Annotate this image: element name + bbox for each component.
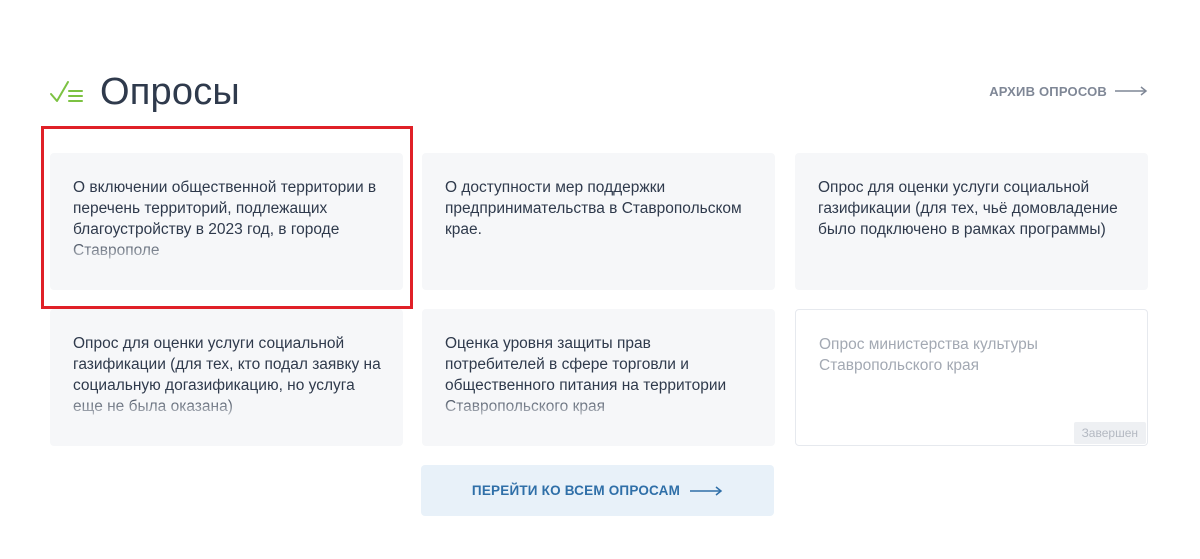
status-badge: Завершен: [1073, 422, 1146, 444]
poll-card[interactable]: Опрос для оценки услуги социальной газиф…: [795, 153, 1148, 290]
checklist-icon: [50, 81, 83, 102]
poll-card-title: О включении общественной территории в пе…: [73, 179, 377, 259]
poll-card-title: О доступности мер поддержки предпринимат…: [445, 179, 742, 238]
poll-card[interactable]: О включении общественной территории в пе…: [50, 153, 403, 290]
arrow-right-icon: [690, 485, 723, 496]
poll-card[interactable]: Опрос для оценки услуги социальной газиф…: [50, 309, 403, 446]
archive-link[interactable]: АРХИВ ОПРОСОВ: [989, 81, 1148, 101]
poll-card-title: Оценка уровня защиты прав потребителей в…: [445, 335, 727, 415]
poll-card[interactable]: О доступности мер поддержки предпринимат…: [422, 153, 775, 290]
all-polls-button-label: ПЕРЕЙТИ КО ВСЕМ ОПРОСАМ: [471, 483, 681, 498]
poll-card-finished[interactable]: Опрос министерства культуры Ставропольск…: [795, 309, 1148, 446]
arrow-right-icon: [1115, 86, 1148, 96]
page-title: Опросы: [100, 71, 240, 113]
polls-section: Опросы АРХИВ ОПРОСОВ О включении обществ…: [0, 0, 1200, 559]
archive-link-label: АРХИВ ОПРОСОВ: [989, 83, 1107, 99]
all-polls-button[interactable]: ПЕРЕЙТИ КО ВСЕМ ОПРОСАМ: [421, 465, 774, 516]
poll-card-title: Опрос для оценки услуги социальной газиф…: [73, 335, 381, 415]
poll-card-title: Опрос министерства культуры Ставропольск…: [819, 336, 1038, 374]
poll-card[interactable]: Оценка уровня защиты прав потребителей в…: [422, 309, 775, 446]
poll-card-title: Опрос для оценки услуги социальной газиф…: [818, 179, 1118, 238]
